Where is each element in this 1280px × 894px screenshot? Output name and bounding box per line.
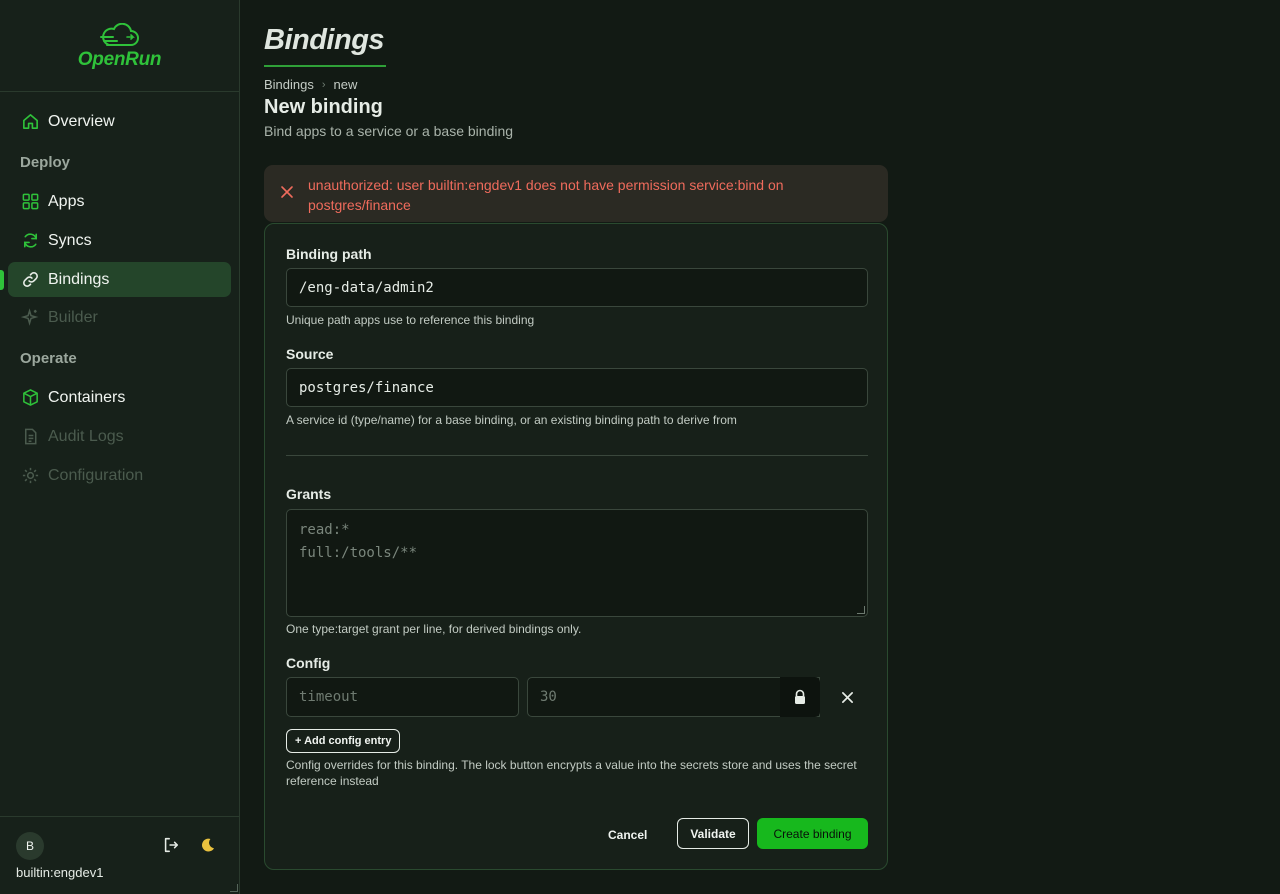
breadcrumb: Bindings › new [264, 77, 357, 92]
sidebar-item-label: Apps [48, 192, 85, 210]
config-label: Config [286, 655, 331, 671]
link-icon [20, 270, 40, 290]
breadcrumb-current: new [333, 77, 358, 92]
nav-section-operate: Operate [20, 350, 77, 367]
sidebar-item-apps[interactable]: Apps [8, 184, 231, 219]
textarea-resize-handle[interactable] [857, 606, 865, 614]
error-banner: unauthorized: user builtin:engdev1 does … [264, 165, 888, 222]
sidebar-item-label: Builder [48, 308, 98, 326]
brand-name: OpenRun [77, 48, 162, 70]
sidebar-item-syncs[interactable]: Syncs [8, 223, 231, 258]
validate-button[interactable]: Validate [677, 818, 749, 849]
encrypt-lock-button[interactable] [780, 677, 820, 717]
page-heading: Bindings [264, 24, 385, 56]
sidebar-item-label: Overview [48, 112, 115, 130]
lock-icon [795, 689, 805, 704]
source-input[interactable]: postgres/finance [286, 368, 868, 407]
cancel-button[interactable]: Cancel [608, 824, 647, 846]
sidebar-item-label: Audit Logs [48, 427, 124, 445]
sparkle-icon [20, 308, 40, 328]
binding-path-input[interactable]: /eng-data/admin2 [286, 268, 868, 307]
refresh-icon [20, 231, 40, 251]
username: builtin:engdev1 [16, 865, 104, 880]
grid-icon [20, 192, 40, 212]
active-indicator [0, 270, 4, 290]
gear-icon [20, 466, 40, 486]
sidebar-item-overview[interactable]: Overview [8, 104, 231, 139]
sidebar-item-audit-logs[interactable]: Audit Logs [8, 419, 231, 454]
remove-config-entry-button[interactable] [837, 687, 857, 707]
create-binding-button[interactable]: Create binding [757, 818, 868, 849]
grants-placeholder-line: full:/tools/** [299, 545, 418, 561]
sidebar: OpenRun Overview Deploy Apps Syncs Bindi… [0, 0, 240, 894]
add-config-entry-button[interactable]: + Add config entry [286, 729, 401, 753]
sidebar-item-label: Configuration [48, 466, 144, 484]
grants-label: Grants [286, 486, 332, 502]
page-title: New binding [264, 96, 383, 118]
error-message: unauthorized: user builtin:engdev1 does … [308, 177, 784, 213]
chevron-right-icon: › [321, 78, 326, 91]
sidebar-item-label: Syncs [48, 231, 92, 249]
sidebar-item-containers[interactable]: Containers [8, 380, 231, 415]
config-help: Config overrides for this binding. The l… [286, 758, 857, 788]
heading-underline [264, 65, 386, 67]
document-icon [20, 427, 40, 447]
home-icon [20, 112, 40, 132]
sidebar-footer: B builtin:engdev1 [0, 816, 240, 894]
section-divider [286, 455, 868, 456]
cube-icon [20, 388, 40, 408]
logout-button[interactable] [160, 834, 182, 856]
close-icon [281, 186, 293, 198]
source-label: Source [286, 346, 334, 362]
sidebar-item-label: Containers [48, 388, 126, 406]
binding-path-help: Unique path apps use to reference this b… [286, 313, 535, 327]
sidebar-item-bindings[interactable]: Bindings [8, 262, 231, 297]
resize-handle[interactable] [230, 884, 238, 892]
cloud-logo-icon [99, 22, 139, 46]
moon-icon [202, 838, 214, 852]
breadcrumb-link-bindings[interactable]: Bindings [264, 77, 314, 92]
sidebar-item-builder[interactable]: Builder [8, 300, 231, 335]
close-icon [841, 691, 853, 703]
logo[interactable]: OpenRun [0, 0, 239, 92]
nav-section-deploy: Deploy [20, 154, 71, 171]
binding-form: Binding path /eng-data/admin2 Unique pat… [264, 223, 888, 870]
grants-textarea[interactable]: read:* full:/tools/** [286, 509, 868, 617]
source-help: A service id (type/name) for a base bind… [286, 413, 737, 427]
binding-path-label: Binding path [286, 246, 372, 262]
sidebar-item-label: Bindings [48, 270, 110, 288]
config-key-input[interactable]: timeout [286, 677, 519, 717]
page-subtitle: Bind apps to a service or a base binding [264, 123, 514, 139]
sidebar-item-configuration[interactable]: Configuration [8, 458, 231, 493]
grants-help: One type:target grant per line, for deri… [286, 622, 582, 636]
grants-placeholder-line: read:* [299, 522, 350, 538]
logout-icon [164, 837, 179, 853]
theme-toggle-button[interactable] [197, 834, 219, 856]
config-value-input[interactable]: 30 [527, 677, 820, 717]
avatar[interactable]: B [16, 832, 44, 860]
